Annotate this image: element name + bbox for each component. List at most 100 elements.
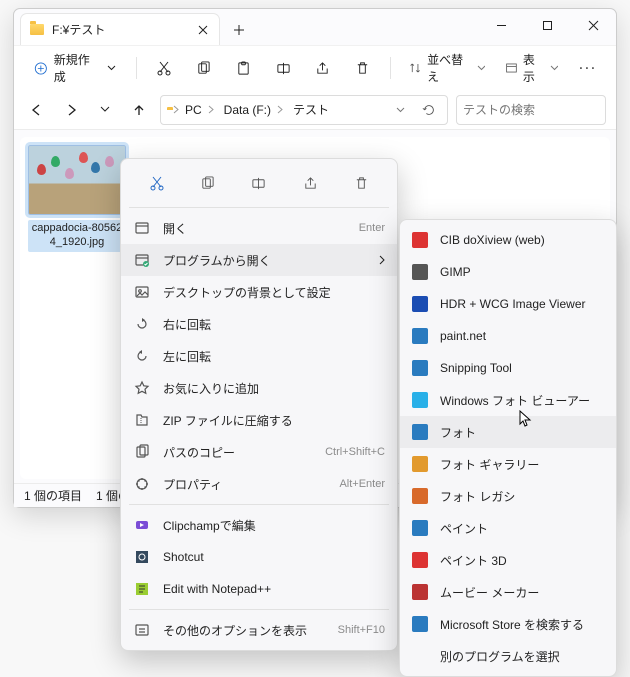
ctx-item-open[interactable]: 開く Enter	[121, 212, 397, 244]
ctx-item-copypath[interactable]: パスのコピー Ctrl+Shift+C	[121, 436, 397, 468]
crumb-2[interactable]: テスト	[293, 101, 329, 118]
ctx-item-npp[interactable]: Edit with Notepad++	[121, 573, 397, 605]
rot-l-icon	[133, 347, 151, 365]
openwith-label: Windows フォト ビューアー	[440, 392, 604, 409]
app-icon	[412, 552, 428, 568]
openwith-item[interactable]: CIB doXiview (web)	[400, 224, 616, 256]
ctx-item-props[interactable]: プロパティ Alt+Enter	[121, 468, 397, 500]
view-label: 表示	[523, 51, 545, 85]
ctx-item-wallpaper[interactable]: デスクトップの背景として設定	[121, 276, 397, 308]
crumb-1[interactable]: Data (F:)	[224, 103, 287, 117]
refresh-icon[interactable]	[417, 98, 441, 122]
nav-recent[interactable]	[92, 97, 118, 123]
nav-forward[interactable]	[58, 97, 84, 123]
app-icon	[412, 424, 428, 440]
openwith-label: HDR + WCG Image Viewer	[440, 297, 604, 311]
ctx-item-label: 右に回転	[163, 316, 385, 333]
openwith-item[interactable]: Microsoft Store を検索する	[400, 608, 616, 640]
new-tab-button[interactable]	[224, 15, 254, 45]
ctx-item-hint: Ctrl+Shift+C	[325, 446, 385, 458]
ctx-delete-icon[interactable]	[346, 168, 376, 198]
copy-icon[interactable]	[186, 51, 222, 85]
delete-icon[interactable]	[345, 51, 381, 85]
address-bar[interactable]: PC Data (F:) テスト	[160, 95, 448, 125]
openwith-label: paint.net	[440, 329, 604, 343]
search-box[interactable]	[456, 95, 606, 125]
address-row: PC Data (F:) テスト	[14, 90, 616, 130]
ctx-item-hint: Shift+F10	[338, 624, 385, 636]
ctx-item-rot-r[interactable]: 右に回転	[121, 308, 397, 340]
ctx-item-rot-l[interactable]: 左に回転	[121, 340, 397, 372]
app-icon	[412, 488, 428, 504]
ctx-cut-icon[interactable]	[142, 168, 172, 198]
minimize-button[interactable]	[478, 9, 524, 41]
openwith-label: CIB doXiview (web)	[440, 233, 604, 247]
openwith-item[interactable]: GIMP	[400, 256, 616, 288]
sort-button[interactable]: 並べ替え	[401, 46, 493, 90]
app-icon	[412, 392, 428, 408]
cut-icon[interactable]	[146, 51, 182, 85]
status-count: 1 個の項目	[24, 487, 82, 504]
ctx-item-label: デスクトップの背景として設定	[163, 284, 385, 301]
openwith-item[interactable]: HDR + WCG Image Viewer	[400, 288, 616, 320]
search-input[interactable]	[463, 103, 618, 117]
rot-r-icon	[133, 315, 151, 333]
close-button[interactable]	[570, 9, 616, 41]
ctx-item-moreopt[interactable]: その他のオプションを表示 Shift+F10	[121, 614, 397, 646]
ctx-item-clip[interactable]: Clipchampで編集	[121, 509, 397, 541]
rename-icon[interactable]	[265, 51, 301, 85]
tab-active[interactable]: F:¥テスト	[20, 13, 220, 45]
ctx-rename-icon[interactable]	[244, 168, 274, 198]
star-icon	[133, 379, 151, 397]
context-menu: 開く Enter プログラムから開く デスクトップの背景として設定 右に回転 左…	[120, 158, 398, 651]
more-button[interactable]: ···	[570, 51, 606, 85]
openwith-item[interactable]: ムービー メーカー	[400, 576, 616, 608]
chevron-right-icon	[379, 255, 385, 265]
openwith-item[interactable]: Snipping Tool	[400, 352, 616, 384]
ctx-copy-icon[interactable]	[193, 168, 223, 198]
ctx-item-label: お気に入りに追加	[163, 380, 385, 397]
nav-back[interactable]	[24, 97, 50, 123]
new-button[interactable]: 新規作成	[24, 46, 126, 90]
chevron-right-icon	[173, 105, 179, 114]
ctx-item-zip[interactable]: ZIP ファイルに圧縮する	[121, 404, 397, 436]
copypath-icon	[133, 443, 151, 461]
npp-icon	[133, 580, 151, 598]
ctx-item-shotcut[interactable]: Shotcut	[121, 541, 397, 573]
openwith-label: フォト	[440, 424, 604, 441]
openwith-item[interactable]: フォト レガシ	[400, 480, 616, 512]
openwith-item[interactable]: ペイント	[400, 512, 616, 544]
nav-up[interactable]	[126, 97, 152, 123]
openwith-item[interactable]: フォト ギャラリー	[400, 448, 616, 480]
chevron-down-icon	[107, 65, 116, 71]
ctx-item-openwith[interactable]: プログラムから開く	[121, 244, 397, 276]
crumb-0[interactable]: PC	[185, 103, 218, 117]
openwith-label: ペイント 3D	[440, 552, 604, 569]
context-iconbar	[121, 163, 397, 203]
app-icon	[412, 296, 428, 312]
chevron-down-icon[interactable]	[396, 107, 405, 113]
close-tab-icon[interactable]	[195, 22, 211, 38]
ctx-item-label: Clipchampで編集	[163, 517, 385, 534]
sort-label: 並べ替え	[427, 51, 472, 85]
maximize-button[interactable]	[524, 9, 570, 41]
openwith-item[interactable]: 別のプログラムを選択	[400, 640, 616, 672]
moreopt-icon	[133, 621, 151, 639]
app-icon	[412, 456, 428, 472]
paste-icon[interactable]	[226, 51, 262, 85]
ctx-item-star[interactable]: お気に入りに追加	[121, 372, 397, 404]
file-name: cappadocia-805624_1920.jpg	[28, 220, 126, 252]
ctx-share-icon[interactable]	[295, 168, 325, 198]
openwith-item[interactable]: Windows フォト ビューアー	[400, 384, 616, 416]
share-icon[interactable]	[305, 51, 341, 85]
view-button[interactable]: 表示	[497, 46, 566, 90]
ctx-item-label: プロパティ	[163, 476, 327, 493]
app-icon	[412, 520, 428, 536]
folder-icon	[29, 22, 45, 38]
openwith-item[interactable]: paint.net	[400, 320, 616, 352]
openwith-item[interactable]: フォト	[400, 416, 616, 448]
openwith-item[interactable]: ペイント 3D	[400, 544, 616, 576]
file-item[interactable]: cappadocia-805624_1920.jpg	[28, 145, 126, 252]
app-icon	[412, 360, 428, 376]
titlebar: F:¥テスト	[14, 9, 616, 45]
